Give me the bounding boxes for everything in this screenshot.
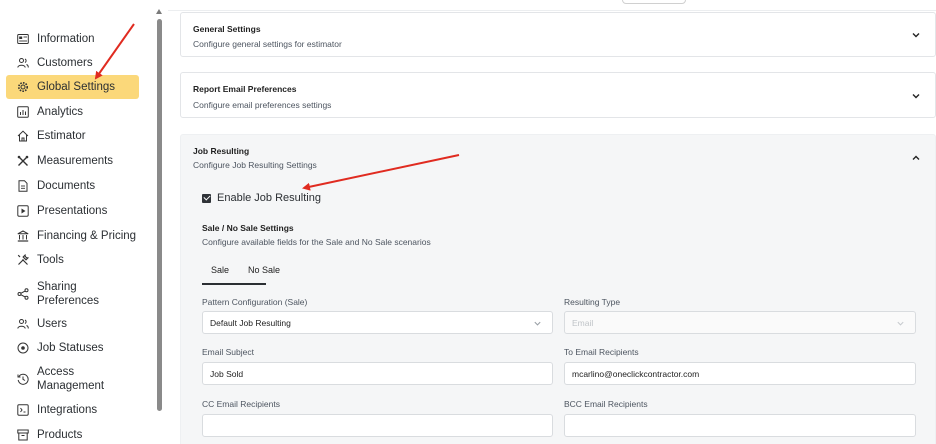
sidebar-item-sharing-preferences[interactable]: Sharing Preferences (6, 279, 139, 309)
sidebar-item-products[interactable]: Products (6, 427, 139, 443)
chevron-down-icon (897, 321, 904, 326)
tools-cross-icon (16, 155, 29, 168)
active-tab-indicator (202, 283, 266, 285)
gear-icon (16, 81, 29, 94)
cc-email-recipients-label: CC Email Recipients (202, 399, 280, 409)
sidebar-item-customers[interactable]: Customers (6, 55, 139, 71)
pattern-configuration-select[interactable]: Default Job Resulting (202, 311, 553, 334)
app-window: Information Customers Global Settings An… (0, 0, 936, 444)
card-title: Job Resulting (193, 146, 250, 156)
history-icon (16, 373, 29, 386)
to-email-recipients-input[interactable]: mcarlino@oneclickcontractor.com (564, 362, 916, 385)
sidebar-item-label: Global Settings (37, 81, 115, 93)
chevron-down-icon (534, 321, 541, 326)
sidebar: Information Customers Global Settings An… (0, 0, 162, 444)
main-content: General Settings Configure general setti… (168, 0, 936, 444)
bcc-email-recipients-input[interactable] (564, 414, 916, 437)
play-icon (16, 205, 29, 218)
sidebar-scrollbar-thumb[interactable] (157, 19, 162, 411)
share-icon (16, 288, 29, 301)
sidebar-item-label: Analytics (37, 106, 84, 118)
email-subject-value: Job Sold (210, 368, 244, 379)
sidebar-item-label: Information (37, 33, 95, 45)
id-card-icon (16, 33, 29, 46)
bcc-email-recipients-label: BCC Email Recipients (564, 399, 648, 409)
resulting-type-select[interactable]: Email (564, 311, 916, 334)
tab-no-sale[interactable]: No Sale (248, 265, 280, 275)
sidebar-item-job-statuses[interactable]: Job Statuses (6, 340, 139, 356)
cc-email-recipients-input[interactable] (202, 414, 553, 437)
archive-icon (16, 429, 29, 442)
email-subject-input[interactable]: Job Sold (202, 362, 553, 385)
card-general-settings[interactable]: General Settings Configure general setti… (180, 12, 936, 57)
card-subtitle: Configure Job Resulting Settings (193, 160, 317, 170)
sidebar-item-label: Integrations (37, 404, 98, 416)
divider (168, 10, 936, 11)
chevron-up-icon[interactable] (911, 153, 921, 163)
chart-icon (16, 106, 29, 119)
card-report-email-preferences[interactable]: Report Email Preferences Configure email… (180, 72, 936, 118)
card-subtitle: Configure general settings for estimator (193, 39, 342, 49)
sidebar-item-measurements[interactable]: Measurements (6, 153, 139, 169)
plug-icon (16, 404, 29, 417)
sidebar-item-documents[interactable]: Documents (6, 178, 139, 194)
sidebar-item-information[interactable]: Information (6, 31, 139, 47)
sidebar-item-label: Products (37, 429, 83, 441)
resulting-type-value: Email (572, 317, 594, 328)
email-subject-label: Email Subject (202, 347, 254, 357)
tab-sale[interactable]: Sale (211, 265, 229, 275)
sidebar-item-label: Customers (37, 57, 93, 69)
checkbox-label: Enable Job Resulting (217, 192, 321, 204)
sidebar-item-users[interactable]: Users (6, 316, 139, 332)
card-title: General Settings (193, 24, 261, 34)
document-icon (16, 180, 29, 193)
sidebar-item-integrations[interactable]: Integrations (6, 402, 139, 418)
users-icon (16, 318, 29, 331)
section-title: Sale / No Sale Settings (202, 223, 294, 233)
users-icon (16, 57, 29, 70)
home-icon (16, 130, 29, 143)
sidebar-item-analytics[interactable]: Analytics (6, 104, 139, 120)
scroll-up-arrow-icon[interactable] (156, 9, 162, 14)
checkbox-checked-icon[interactable] (202, 193, 211, 203)
sidebar-item-label: Access Management (37, 366, 105, 392)
pattern-configuration-label: Pattern Configuration (Sale) (202, 297, 308, 307)
sidebar-item-label: Measurements (37, 155, 114, 167)
sidebar-item-label: Job Statuses (37, 342, 104, 354)
sidebar-item-estimator[interactable]: Estimator (6, 128, 139, 144)
enable-job-resulting-checkbox[interactable]: Enable Job Resulting (202, 192, 321, 204)
to-email-recipients-value: mcarlino@oneclickcontractor.com (572, 368, 700, 379)
card-title: Report Email Preferences (193, 84, 297, 94)
target-icon (16, 342, 29, 355)
sidebar-item-label: Users (37, 318, 68, 330)
card-subtitle: Configure email preferences settings (193, 100, 332, 110)
chevron-down-icon[interactable] (911, 30, 921, 40)
pattern-configuration-value: Default Job Resulting (210, 317, 291, 328)
sidebar-item-access-management[interactable]: Access Management (6, 364, 139, 394)
sidebar-item-label: Financing & Pricing (37, 230, 137, 242)
to-email-recipients-label: To Email Recipients (564, 347, 639, 357)
sidebar-item-label: Estimator (37, 130, 86, 142)
sidebar-item-label: Tools (37, 254, 64, 266)
resulting-type-label: Resulting Type (564, 297, 621, 307)
sidebar-item-label: Presentations (37, 205, 108, 217)
sidebar-item-label: Sharing Preferences (37, 281, 100, 307)
wrench-icon (16, 254, 29, 267)
sidebar-item-presentations[interactable]: Presentations (6, 203, 139, 219)
bank-icon (16, 230, 29, 243)
section-subtitle: Configure available fields for the Sale … (202, 237, 431, 247)
sidebar-item-tools[interactable]: Tools (6, 252, 139, 268)
top-button[interactable] (622, 0, 686, 4)
sidebar-item-label: Documents (37, 180, 96, 192)
sidebar-item-financing-pricing[interactable]: Financing & Pricing (6, 228, 139, 244)
chevron-down-icon[interactable] (911, 91, 921, 101)
sidebar-item-global-settings[interactable]: Global Settings (6, 75, 139, 99)
card-job-resulting: Job Resulting Configure Job Resulting Se… (180, 134, 936, 444)
